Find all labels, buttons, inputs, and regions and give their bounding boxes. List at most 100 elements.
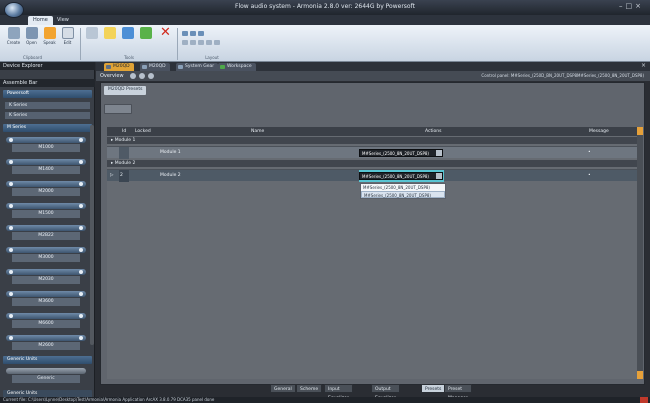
workspace-icon [220, 65, 225, 69]
column-message[interactable]: Message [589, 129, 609, 134]
row-name: Module 1 [160, 150, 181, 155]
group-generic-units[interactable]: Generic Units [3, 356, 92, 364]
doc-tab-system-gear[interactable]: System Gear [176, 63, 219, 71]
group-m-series[interactable]: M Series [3, 124, 92, 132]
preset-tab[interactable]: M20QD Presets [104, 86, 147, 95]
layout-icon[interactable] [182, 40, 188, 45]
device-card[interactable]: M1400 [6, 159, 86, 174]
grid-header: Id Locked Name Actions Message [107, 127, 637, 136]
left-panel-scrollbar[interactable] [90, 125, 94, 345]
group-label-layout: Layout [205, 55, 219, 60]
pan-button[interactable] [84, 27, 99, 40]
remove-button[interactable]: ✕ [158, 25, 173, 40]
image-icon [139, 27, 152, 39]
speak-button[interactable]: Speak [42, 27, 57, 45]
tab-general[interactable]: General [270, 384, 296, 393]
note-icon [103, 27, 116, 39]
column-actions[interactable]: Actions [425, 129, 441, 134]
create-button[interactable]: Create [6, 27, 21, 45]
tab-preset-manager[interactable]: Preset Manager [444, 384, 472, 401]
preset-dropdown-list[interactable]: M#Series_(2500_8N_20UT_DSP8) M#Series_(2… [360, 183, 446, 199]
doc-tab-m20qd-active[interactable]: M20QD [104, 63, 134, 71]
layout-icon[interactable] [198, 40, 204, 45]
doc-tab-m20qd[interactable]: M20QD [140, 63, 170, 71]
ribbon-tab-strip: Home View [0, 15, 650, 25]
dropdown-option-selected[interactable]: M#Series_(2500_8N_20UT_DSP8) [361, 191, 445, 198]
preset-combo[interactable]: M#Series_(2500_8N_20UT_DSP8) [359, 172, 443, 180]
device-card[interactable]: M1000 [6, 137, 86, 152]
tab-scheme[interactable]: Scheme [296, 384, 323, 393]
back-icon[interactable] [130, 73, 136, 79]
align-icon[interactable] [198, 31, 204, 36]
tab-output-equalizer[interactable]: Output Equalizer [371, 384, 400, 401]
group-row-module-2[interactable]: ▸ Module 2 [107, 160, 637, 167]
close-tab-icon[interactable]: × [641, 62, 646, 69]
device-card[interactable]: M1500 [6, 203, 86, 218]
preset-combo[interactable]: M#Series_(2500_8N_20UT_DSP8) [359, 149, 443, 157]
align-icon[interactable] [182, 31, 188, 36]
status-bar: Current file: C:\Users\Lynne\Desktop\Tes… [0, 397, 650, 403]
group-k-series-sub[interactable]: K Series [5, 112, 90, 119]
device-card[interactable]: M2000 [6, 181, 86, 196]
edit-button[interactable]: Edit [60, 27, 75, 45]
red-x-icon: ✕ [160, 25, 171, 40]
layout-icon[interactable] [190, 40, 196, 45]
device-explorer-header: Device Explorer [0, 62, 95, 70]
tab-view[interactable]: View [52, 16, 74, 25]
overview-label[interactable]: Overview [100, 73, 124, 79]
scroll-up-icon[interactable] [637, 127, 643, 135]
layout-icon[interactable] [214, 40, 220, 45]
device-card[interactable]: M6600 [6, 313, 86, 328]
ribbon-separator [177, 28, 178, 60]
device-card[interactable]: M3000 [6, 247, 86, 262]
path-bar: Overview Control panel: M#Series_(250D_B… [96, 71, 650, 81]
document-icon [61, 27, 74, 39]
group-k-series[interactable]: K Series [5, 102, 90, 109]
note-button[interactable] [102, 27, 117, 40]
group-row-module-1[interactable]: ▸ Module 1 [107, 137, 637, 144]
chevron-down-icon[interactable] [436, 150, 442, 156]
forward-icon[interactable] [139, 73, 145, 79]
left-panel: Device Explorer Assemble Bar Powersoft K… [0, 62, 95, 399]
device-card[interactable]: M2600 [6, 335, 86, 350]
doc-tab-workspace[interactable]: Workspace [218, 63, 256, 71]
maximize-icon[interactable]: □ [626, 2, 636, 10]
dropdown-option[interactable]: M#Series_(2500_8N_20UT_DSP8) [361, 184, 445, 191]
application-menu-button[interactable] [4, 2, 24, 18]
scroll-down-icon[interactable] [637, 371, 643, 379]
device-icon [106, 65, 111, 69]
refresh-icon[interactable] [148, 73, 154, 79]
column-id[interactable]: Id [122, 129, 126, 134]
column-name[interactable]: Name [251, 129, 264, 134]
device-card[interactable]: M3600 [6, 291, 86, 306]
tab-presets[interactable]: Presets [421, 384, 446, 393]
group-powersoft[interactable]: Powersoft [3, 90, 92, 98]
grid-scrollbar[interactable] [637, 127, 643, 379]
tab-input-equalizer[interactable]: Input Equalizer [324, 384, 353, 401]
row-message: • [588, 173, 591, 178]
table-row[interactable]: ▷ 2 Module 2 M#Series_(2500_8N_20UT_DSP8… [107, 169, 637, 182]
device-card[interactable]: M2030 [6, 269, 86, 284]
assemble-bar-header: Assemble Bar [0, 79, 95, 87]
preset-action-button[interactable] [104, 104, 132, 114]
bubble-icon [121, 27, 134, 39]
row-message: • [588, 150, 591, 155]
column-locked[interactable]: Locked [135, 129, 151, 134]
generic-device-card[interactable]: Generic [6, 368, 86, 383]
status-indicator [640, 397, 648, 403]
document-tabs: M20QD M20QD System Gear Workspace × [96, 62, 650, 71]
image-button[interactable] [138, 27, 153, 40]
row-expander-icon[interactable]: ▷ [110, 173, 113, 178]
close-icon[interactable]: × [635, 2, 644, 10]
chevron-down-icon[interactable] [436, 173, 442, 179]
window-controls[interactable]: –□× [619, 2, 644, 10]
open-button[interactable]: Open [24, 27, 39, 45]
layout-icon[interactable] [206, 40, 212, 45]
align-icon[interactable] [190, 31, 196, 36]
gear-icon [178, 65, 183, 69]
row-id: 2 [120, 173, 123, 178]
tab-home[interactable]: Home [28, 16, 53, 25]
device-card[interactable]: M2B22 [6, 225, 86, 240]
table-row[interactable]: Module 1 M#Series_(2500_8N_20UT_DSP8) • [107, 146, 637, 159]
bubble-button[interactable] [120, 27, 135, 40]
